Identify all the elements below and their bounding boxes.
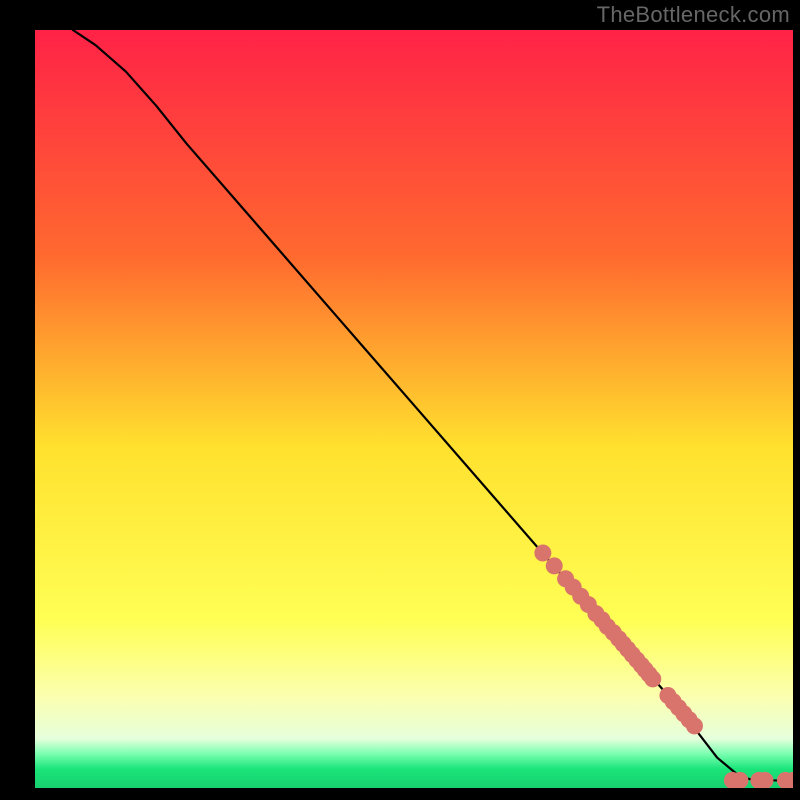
- chart-stage: TheBottleneck.com: [0, 0, 800, 800]
- plot-svg: [35, 30, 793, 788]
- plot-area: [35, 30, 793, 788]
- watermark-label: TheBottleneck.com: [597, 2, 790, 28]
